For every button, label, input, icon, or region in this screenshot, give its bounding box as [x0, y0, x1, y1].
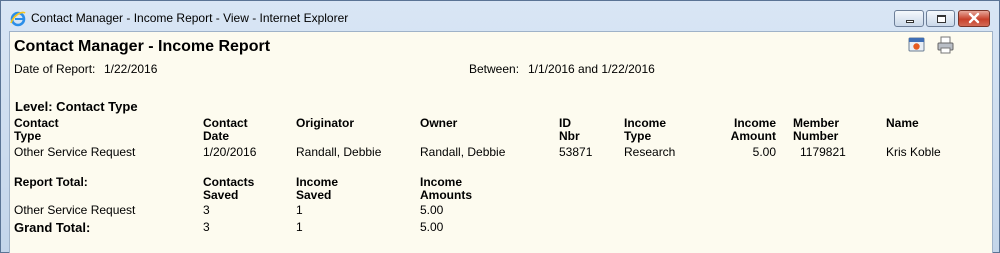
cell-income-amount: 5.00 — [752, 145, 776, 159]
cell-contact-date: 1/20/2016 — [203, 145, 257, 159]
col-header-income-amount-2: Amount — [730, 129, 776, 143]
minimize-button[interactable] — [894, 10, 924, 27]
cell-income-type: Research — [624, 145, 676, 159]
window-title: Contact Manager - Income Report - View -… — [31, 11, 349, 25]
col-header-id-2: Nbr — [559, 129, 580, 143]
restore-icon — [937, 15, 946, 23]
print-icon[interactable] — [936, 36, 955, 54]
col-header-income-type-2: Type — [624, 129, 652, 143]
col-header-originator: Originator — [296, 116, 355, 130]
cell-member-number: 1179821 — [800, 145, 846, 159]
between-label: Between: — [469, 62, 520, 76]
title-bar[interactable]: Contact Manager - Income Report - View -… — [1, 1, 999, 31]
grand-total-label: Grand Total: — [14, 220, 91, 235]
totals-row-income-amounts: 5.00 — [420, 203, 444, 217]
col-header-member-number-2: Number — [793, 129, 839, 143]
totals-row-type: Other Service Request — [14, 203, 136, 217]
report-total-label: Report Total: — [14, 175, 88, 189]
report-title: Contact Manager - Income Report — [14, 38, 271, 55]
totals-header-contacts-2: Saved — [203, 188, 239, 202]
report-content: Contact Manager - Income Report Date of … — [9, 31, 993, 253]
grand-total-income-saved: 1 — [296, 220, 303, 234]
col-header-owner: Owner — [420, 116, 458, 130]
date-of-report-label: Date of Report: — [14, 62, 96, 76]
cell-originator: Randall, Debbie — [296, 145, 382, 159]
col-header-name: Name — [886, 116, 919, 130]
close-icon — [959, 11, 989, 26]
date-of-report-value: 1/22/2016 — [104, 62, 158, 76]
view-icon[interactable] — [908, 37, 926, 53]
totals-row-income-saved: 1 — [296, 203, 303, 217]
between-value: 1/1/2016 and 1/22/2016 — [528, 62, 655, 76]
cell-contact-type: Other Service Request — [14, 145, 136, 159]
grand-total-contacts: 3 — [203, 220, 210, 234]
level-heading: Level: Contact Type — [15, 99, 138, 114]
col-header-contact-date-2: Date — [203, 129, 230, 143]
totals-header-income-saved-2: Saved — [296, 188, 332, 202]
cell-owner: Randall, Debbie — [420, 145, 506, 159]
ie-icon — [10, 11, 26, 27]
cell-id: 53871 — [559, 145, 593, 159]
maximize-button[interactable] — [926, 10, 955, 27]
cell-name: Kris Koble — [886, 145, 941, 159]
grand-total-income-amounts: 5.00 — [420, 220, 444, 234]
minimize-icon — [906, 20, 914, 23]
browser-window: Contact Manager - Income Report - View -… — [0, 0, 1000, 253]
close-button[interactable] — [958, 10, 990, 27]
col-header-contact-type-2: Type — [14, 129, 42, 143]
totals-row-contacts: 3 — [203, 203, 210, 217]
totals-header-income-amounts-2: Amounts — [420, 188, 472, 202]
